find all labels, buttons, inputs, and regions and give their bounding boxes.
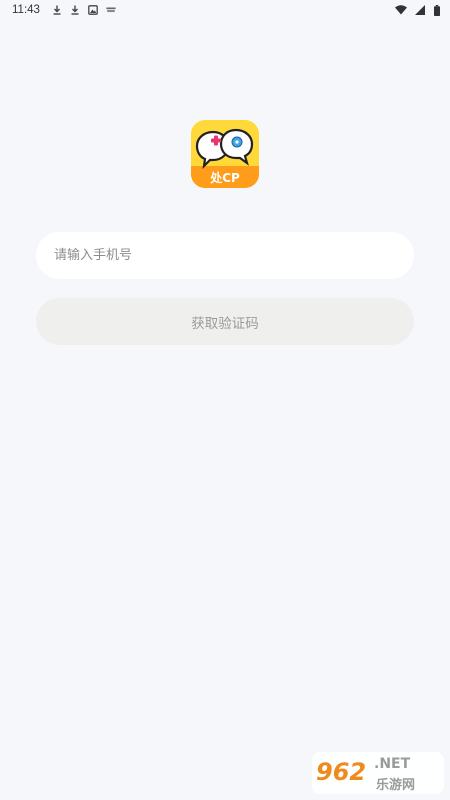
- phone-input-container[interactable]: [36, 232, 414, 279]
- logo-badge-text: 处CP: [210, 171, 240, 185]
- watermark-logo: 962 .NET 乐游网: [312, 752, 444, 794]
- status-time: 11:43: [12, 4, 40, 16]
- status-bar-right: [395, 4, 440, 16]
- get-code-button[interactable]: 获取验证码: [36, 298, 414, 345]
- wifi-icon: [395, 5, 407, 15]
- image-icon: [88, 5, 98, 15]
- battery-icon: [433, 4, 440, 16]
- notification-icon: [106, 5, 116, 15]
- app-logo: 处CP: [191, 120, 259, 188]
- status-bar: 11:43: [0, 0, 450, 20]
- status-bar-left: 11:43: [12, 4, 116, 16]
- watermark-site: 乐游网: [376, 778, 416, 793]
- watermark-net: .NET: [374, 756, 411, 772]
- watermark-number: 962: [316, 758, 367, 786]
- download-icon: [70, 5, 80, 15]
- signal-icon: [415, 5, 425, 15]
- phone-input[interactable]: [52, 247, 398, 264]
- login-screen: 11:43 处CP 请输入手机号 获取验证码 962 .NET 乐游网: [0, 0, 450, 800]
- download-icon: [52, 5, 62, 15]
